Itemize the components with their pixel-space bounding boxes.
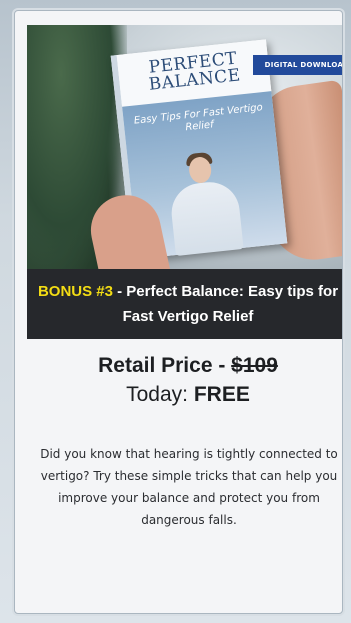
today-price-value: FREE: [193, 383, 250, 406]
price-block: Retail Price - $109 Today: FREE: [27, 351, 342, 409]
bonus-caption: BONUS #3 - Perfect Balance: Easy tips fo…: [27, 269, 342, 339]
bonus-title: - Perfect Balance: Easy tips for Fast Ve…: [112, 283, 339, 325]
bonus-card: PERFECT BALANCE Easy Tips For Fast Verti…: [14, 10, 343, 614]
today-price: Today: FREE: [126, 383, 250, 406]
page-background: PERFECT BALANCE Easy Tips For Fast Verti…: [0, 0, 351, 623]
digital-download-badge: DIGITAL DOWNLOAD: [253, 55, 342, 75]
bonus-description: Did you know that hearing is tightly con…: [40, 447, 338, 527]
product-image: PERFECT BALANCE Easy Tips For Fast Verti…: [27, 25, 342, 269]
retail-price-amount: $109: [231, 354, 278, 377]
retail-price: Retail Price - $109: [98, 354, 278, 377]
bonus-label: BONUS #3: [37, 283, 113, 300]
